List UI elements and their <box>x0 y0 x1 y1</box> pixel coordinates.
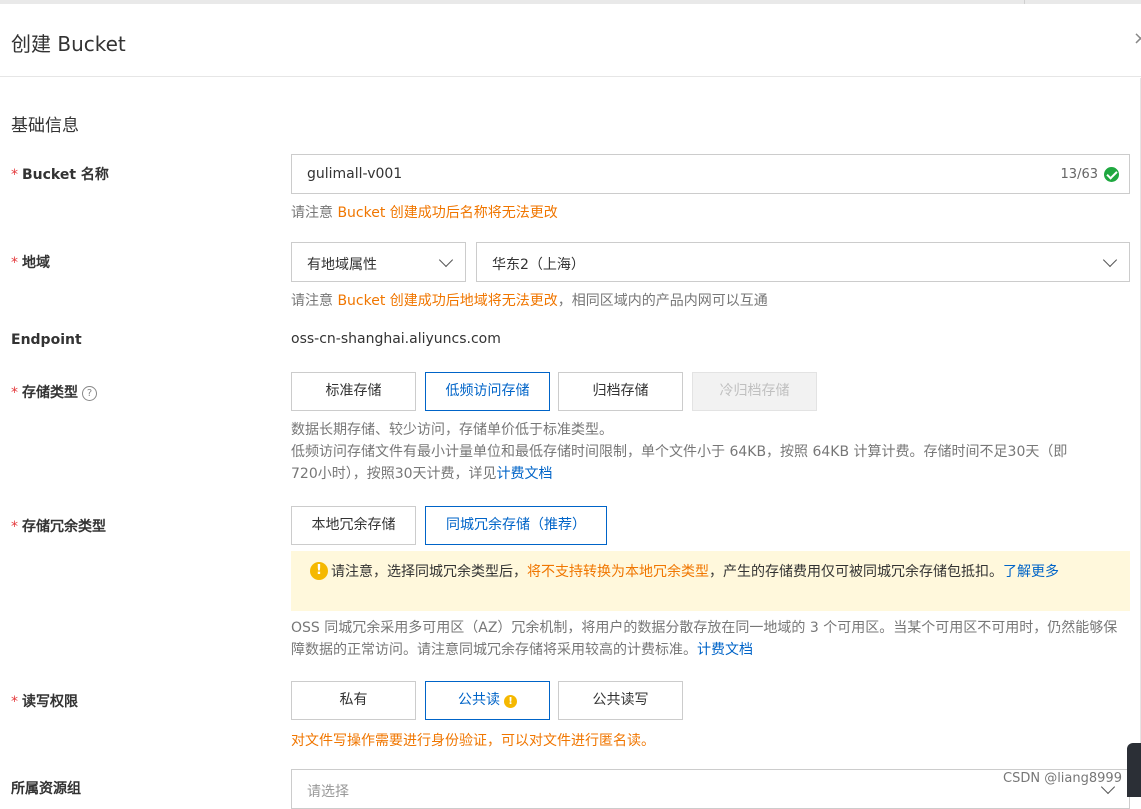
warning-icon: ! <box>504 695 517 708</box>
redundancy-desc: OSS 同城冗余采用多可用区（AZ）冗余机制，将用户的数据分散存放在同一地域的 … <box>291 620 1118 658</box>
learn-more-link[interactable]: 了解更多 <box>1003 564 1059 580</box>
warning-icon: ! <box>310 562 328 580</box>
region-select[interactable]: 华东2（上海） <box>476 242 1130 282</box>
dialog-header: 创建 Bucket × <box>0 4 1141 77</box>
section-title: 基础信息 <box>11 116 79 136</box>
chevron-down-icon <box>1102 252 1118 268</box>
region-type-value: 有地域属性 <box>307 257 377 273</box>
endpoint-value: oss-cn-shanghai.aliyuncs.com <box>291 331 501 347</box>
resource-group-placeholder: 请选择 <box>307 784 349 800</box>
billing-doc-link[interactable]: 计费文档 <box>697 642 753 658</box>
notice-text: 请注意，选择同城冗余类型后，将不支持转换为本地冗余类型，产生的存储费用仅可被同城… <box>331 564 1059 580</box>
close-icon[interactable]: × <box>1133 30 1141 48</box>
bucket-name-label: * Bucket 名称 <box>11 167 109 183</box>
region-hint: 请注意 Bucket 创建成功后地域将无法更改，相同区域内的产品内网可以互通 <box>291 293 768 309</box>
bucket-name-input[interactable]: gulimall-v001 13/63 <box>291 154 1130 194</box>
endpoint-label: Endpoint <box>11 332 82 348</box>
acl-label: * 读写权限 <box>11 694 78 710</box>
floating-side-tab[interactable] <box>1127 743 1141 797</box>
help-circle-icon[interactable]: ? <box>82 386 97 401</box>
storage-class-label: * 存储类型? <box>11 382 97 402</box>
check-circle-icon <box>1104 167 1119 182</box>
region-label: * 地域 <box>11 255 50 271</box>
acl-option-private[interactable]: 私有 <box>291 681 416 720</box>
redundancy-label: * 存储冗余类型 <box>11 519 106 535</box>
storage-option-standard[interactable]: 标准存储 <box>291 372 416 411</box>
storage-option-cold-archive: 冷归档存储 <box>692 372 817 411</box>
acl-option-public-read-write[interactable]: 公共读写 <box>558 681 683 720</box>
chevron-down-icon <box>438 252 454 268</box>
acl-hint: 对文件写操作需要进行身份验证，可以对文件进行匿名读。 <box>291 733 655 749</box>
region-value: 华东2（上海） <box>492 257 585 273</box>
region-type-select[interactable]: 有地域属性 <box>291 242 466 282</box>
bucket-name-value: gulimall-v001 <box>307 166 403 182</box>
bucket-name-counter: 13/63 <box>1060 167 1098 182</box>
redundancy-notice: ! 请注意，选择同城冗余类型后，将不支持转换为本地冗余类型，产生的存储费用仅可被… <box>291 551 1130 611</box>
redundancy-option-zrs[interactable]: 同城冗余存储（推荐） <box>425 506 607 545</box>
dialog-title: 创建 Bucket <box>11 32 126 56</box>
redundancy-option-lrs[interactable]: 本地冗余存储 <box>291 506 416 545</box>
storage-desc: 数据长期存储、较少访问，存储单价低于标准类型。 低频访问存储文件有最小计量单位和… <box>291 422 1068 482</box>
storage-option-archive[interactable]: 归档存储 <box>558 372 683 411</box>
acl-option-public-read[interactable]: 公共读! <box>425 681 550 720</box>
billing-doc-link[interactable]: 计费文档 <box>497 466 553 482</box>
bucket-name-hint: 请注意 Bucket 创建成功后名称将无法更改 <box>291 205 558 221</box>
watermark: CSDN @liang8999 <box>1003 771 1122 786</box>
required-mark: * <box>11 167 18 183</box>
resource-group-label: 所属资源组 <box>11 781 81 797</box>
storage-option-ia[interactable]: 低频访问存储 <box>425 372 550 411</box>
